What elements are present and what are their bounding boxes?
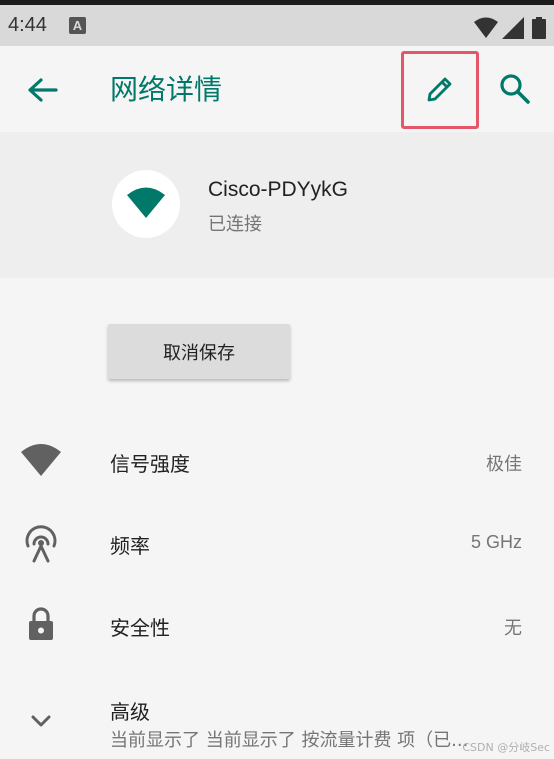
- frequency-icon: [25, 525, 57, 563]
- lock-icon: [29, 607, 53, 640]
- advanced-label: 高级: [110, 700, 150, 724]
- detail-label: 安全性: [110, 616, 170, 640]
- arrow-back-icon: [28, 78, 58, 102]
- app-bar: 网络详情: [0, 46, 554, 132]
- detail-value: 极佳: [486, 454, 522, 474]
- status-bar: 4:44 A: [0, 0, 554, 46]
- search-icon: [500, 74, 530, 104]
- detail-row-security[interactable]: 安全性 无: [0, 584, 554, 666]
- status-time: 4:44: [8, 14, 47, 36]
- detail-label: 信号强度: [110, 452, 190, 476]
- page-title: 网络详情: [110, 73, 223, 106]
- search-button[interactable]: [496, 70, 536, 110]
- network-avatar: [112, 170, 180, 238]
- wifi-strength-icon: [21, 444, 61, 476]
- network-header: Cisco-PDYykG 已连接: [0, 132, 554, 278]
- wifi-icon: [127, 187, 165, 218]
- detail-value: 5 GHz: [470, 532, 522, 552]
- back-button[interactable]: [20, 70, 62, 112]
- detail-label: 频率: [110, 534, 150, 558]
- detail-value: 无: [504, 618, 522, 638]
- detail-row-signal[interactable]: 信号强度 极佳: [0, 420, 554, 502]
- notification-icon: A: [69, 17, 86, 34]
- network-ssid: Cisco-PDYykG: [208, 178, 349, 201]
- chevron-down-icon: [31, 715, 51, 727]
- detail-row-frequency[interactable]: 频率 5 GHz: [0, 502, 554, 584]
- watermark: CSDN @分岐Sec: [462, 741, 550, 754]
- cell-signal-icon: [502, 17, 524, 39]
- forget-network-button[interactable]: 取消保存: [108, 324, 290, 379]
- edit-button[interactable]: [401, 51, 479, 129]
- connection-status: 已连接: [208, 214, 262, 235]
- pencil-icon: [427, 77, 452, 102]
- wifi-signal-icon: [474, 17, 498, 38]
- battery-icon: [532, 17, 546, 39]
